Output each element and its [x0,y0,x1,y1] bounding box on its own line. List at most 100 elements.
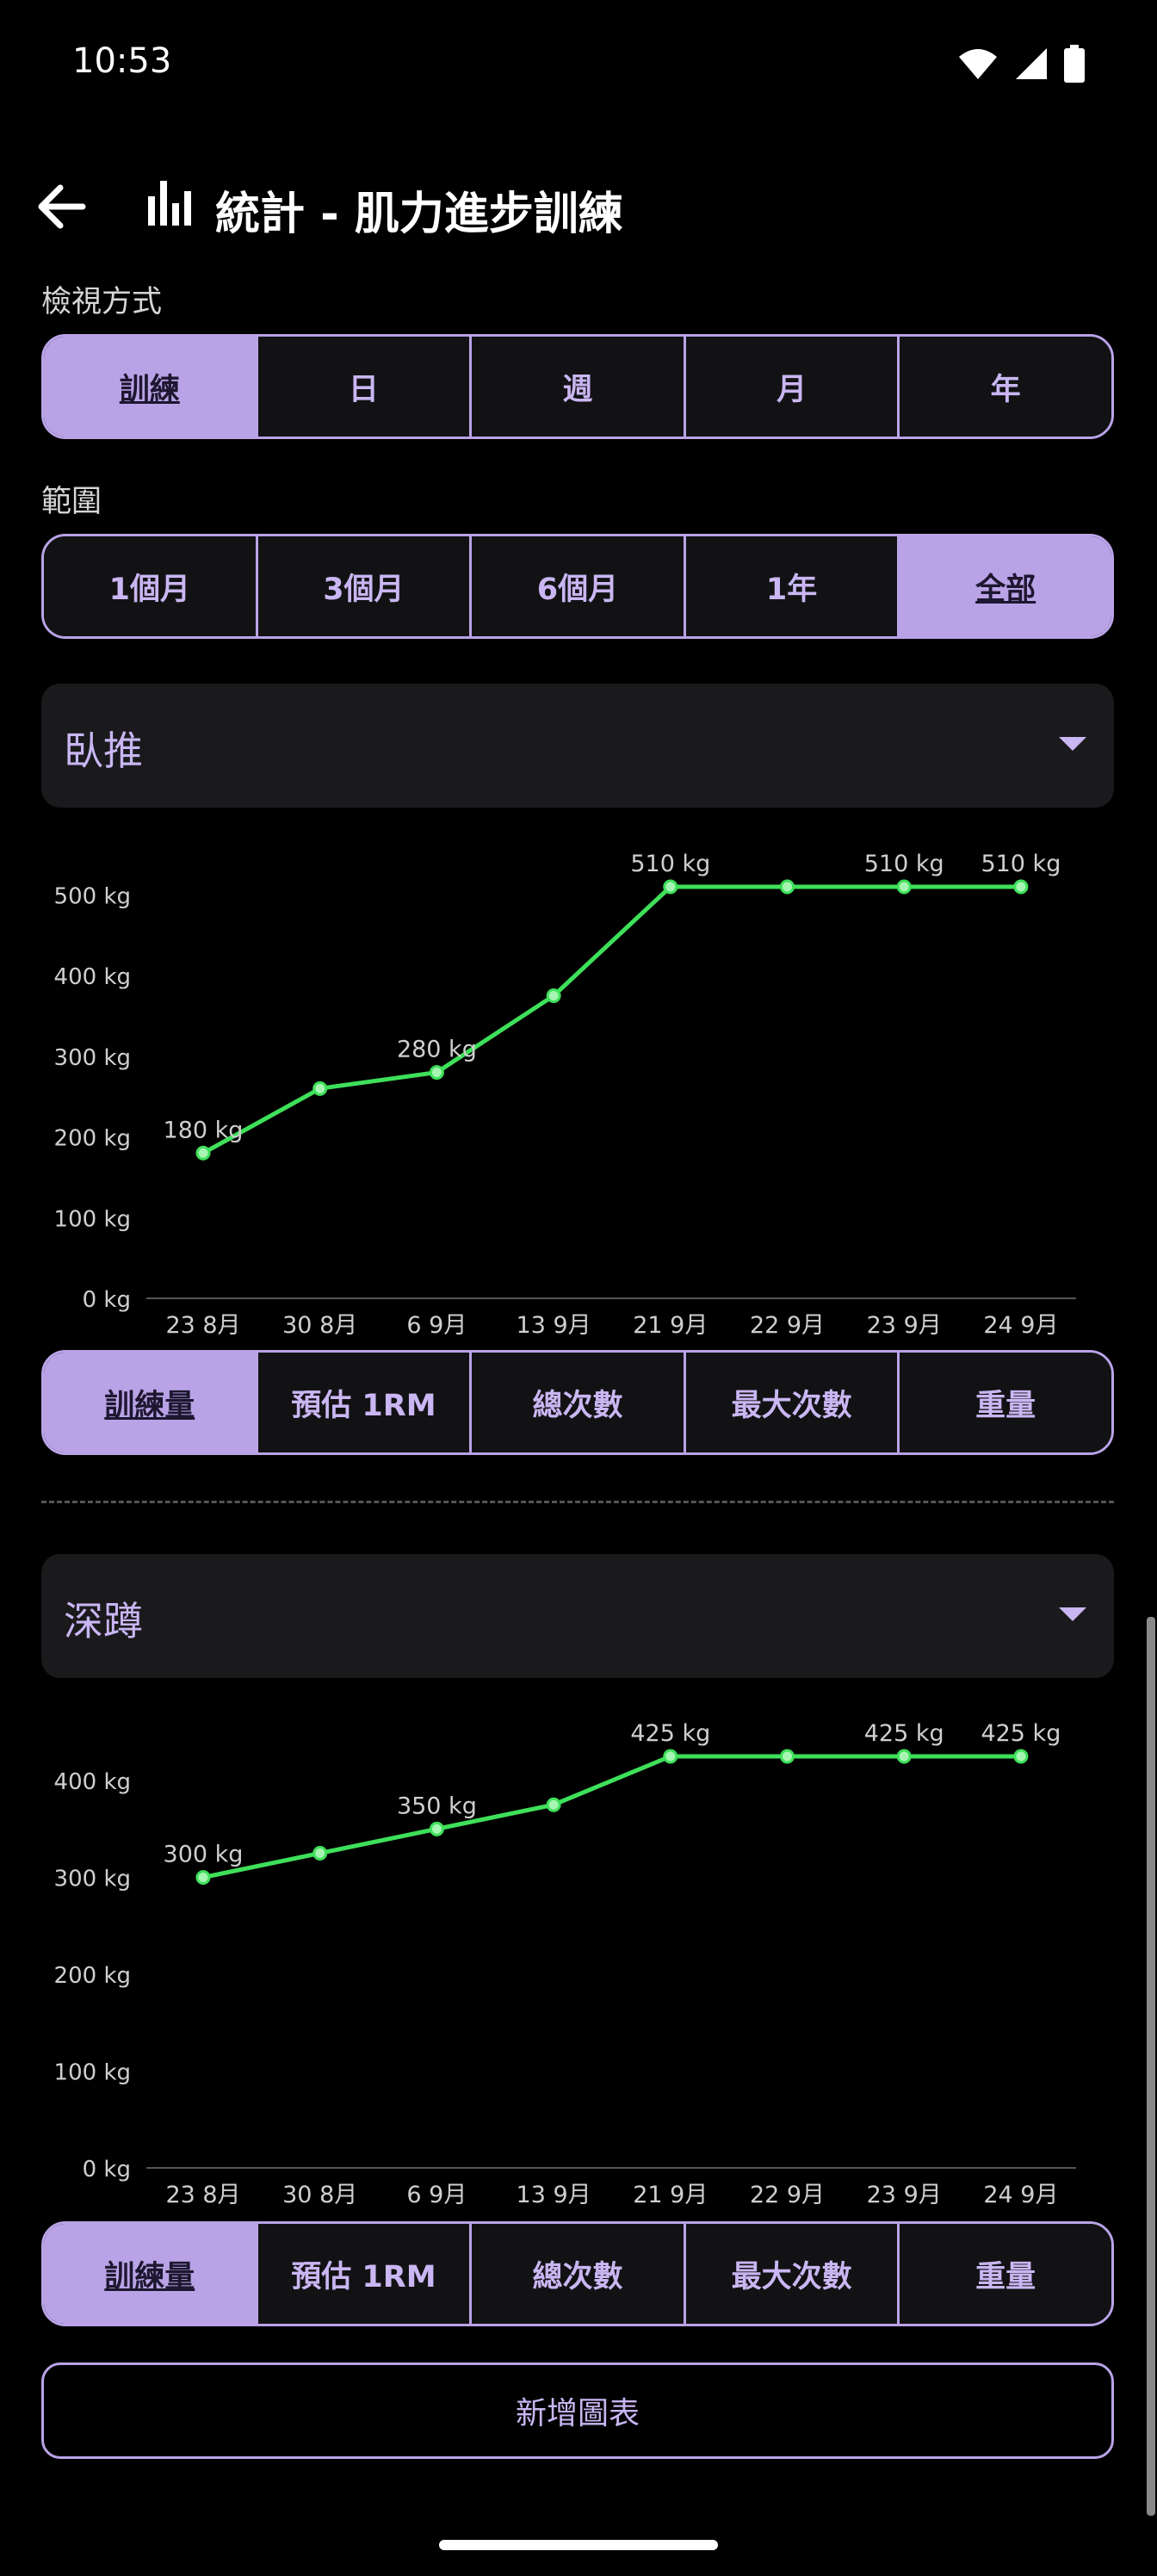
view-mode-segmented: 訓練 日 週 月 年 [41,334,1114,439]
section-divider [41,1501,1114,1503]
y-tick-label: 100 kg [54,2060,131,2086]
battery-icon [1064,45,1085,83]
metric-option-volume[interactable]: 訓練量 [44,1353,258,1452]
data-label: 180 kg [164,1117,244,1143]
exercise-dropdown-bench[interactable]: 臥推 [41,684,1114,808]
metric-option-total-reps[interactable]: 總次數 [472,2224,686,2324]
metric-option-volume[interactable]: 訓練量 [44,2224,258,2324]
range-option-all[interactable]: 全部 [900,536,1111,636]
y-tick-label: 400 kg [54,964,131,990]
data-point[interactable] [780,1749,795,1764]
y-tick-label: 300 kg [54,1045,131,1071]
data-label: 510 kg [630,851,710,877]
x-tick-label: 22 9月 [750,1312,825,1339]
x-tick-label: 21 9月 [633,2182,708,2208]
series-line [201,884,1021,1155]
range-option-1m[interactable]: 1個月 [44,536,258,636]
bench-chart: 0 kg 100 kg 200 kg 300 kg 400 kg 500 kg 23 8月 3… [0,835,1157,1343]
data-point[interactable] [312,1081,328,1096]
signal-icon [1016,48,1047,79]
view-mode-option-month[interactable]: 月 [685,337,900,437]
data-point[interactable] [896,1749,912,1764]
dropdown-arrow-icon [1059,1607,1086,1621]
y-tick-label: 200 kg [54,1126,131,1152]
y-tick-label: 0 kg [83,1287,131,1313]
x-tick-label: 22 9月 [750,2182,825,2208]
x-tick-label: 6 9月 [406,1312,467,1339]
wifi-icon [959,49,997,79]
x-tick-label: 30 8月 [282,1312,357,1339]
add-chart-button[interactable]: 新增圖表 [41,2362,1114,2459]
bar-chart-icon [148,181,191,226]
data-point[interactable] [780,879,795,895]
view-mode-option-workout[interactable]: 訓練 [44,337,258,437]
data-point[interactable] [663,1749,678,1764]
x-tick-label: 13 9月 [517,2182,591,2208]
back-arrow-icon[interactable] [31,176,93,238]
x-tick-label: 24 9月 [983,1312,1058,1339]
data-point[interactable] [663,879,678,895]
metric-option-max-reps[interactable]: 最大次數 [685,2224,900,2324]
status-bar: 10:53 [0,0,1157,129]
data-point[interactable] [195,1870,211,1886]
data-label: 425 kg [981,1720,1061,1747]
data-point[interactable] [546,1797,561,1812]
view-mode-label: 檢視方式 [41,285,163,319]
x-tick-label: 24 9月 [983,2182,1058,2208]
bench-chart-svg: 0 kg 100 kg 200 kg 300 kg 400 kg 500 kg 23 8月 3… [54,851,1076,1339]
range-label: 範圍 [41,485,102,519]
view-mode-option-week[interactable]: 週 [472,337,686,437]
data-label: 425 kg [630,1720,710,1747]
x-tick-label: 23 8月 [165,1312,240,1339]
top-app-bar: 統計 - 肌力進步訓練 [0,155,1157,250]
data-point[interactable] [1013,879,1029,895]
range-option-3m[interactable]: 3個月 [257,536,473,636]
range-option-6m[interactable]: 6個月 [472,536,686,636]
x-tick-label: 23 9月 [867,2182,942,2208]
metric-option-weight[interactable]: 重量 [900,1353,1111,1452]
data-point[interactable] [312,1845,328,1861]
y-tick-label: 400 kg [54,1769,131,1795]
metric-option-total-reps[interactable]: 總次數 [472,1353,686,1452]
y-tick-label: 0 kg [83,2157,131,2183]
x-tick-label: 21 9月 [633,1312,708,1339]
metric-option-weight[interactable]: 重量 [900,2224,1111,2324]
data-label: 300 kg [164,1842,244,1868]
scrollbar[interactable] [1147,1617,1155,2516]
data-point[interactable] [195,1145,211,1161]
x-tick-label: 23 9月 [867,1312,942,1339]
data-point[interactable] [429,1821,444,1836]
view-mode-option-year[interactable]: 年 [900,337,1111,437]
page-title: 統計 - 肌力進步訓練 [215,189,623,240]
status-time: 10:53 [72,41,172,81]
range-segmented: 1個月 3個月 6個月 1年 全部 [41,534,1114,639]
metric-option-1rm[interactable]: 預估 1RM [257,1353,473,1452]
x-tick-label: 13 9月 [517,1312,591,1339]
bench-metric-segmented: 訓練量 預估 1RM 總次數 最大次數 重量 [41,1350,1114,1455]
exercise-name: 臥推 [64,728,143,774]
data-label: 425 kg [864,1720,944,1747]
data-label: 510 kg [981,851,1061,877]
y-tick-label: 200 kg [54,1963,131,1989]
squat-metric-segmented: 訓練量 預估 1RM 總次數 最大次數 重量 [41,2221,1114,2326]
data-point[interactable] [896,879,912,895]
data-label: 350 kg [397,1793,477,1819]
data-point[interactable] [429,1065,444,1081]
exercise-name: 深蹲 [64,1598,143,1644]
data-label: 280 kg [397,1037,477,1063]
home-indicator[interactable] [439,2540,718,2550]
data-point[interactable] [1013,1749,1029,1764]
status-icons [957,45,1085,83]
y-tick-label: 100 kg [54,1206,131,1232]
squat-chart: 0 kg 100 kg 200 kg 300 kg 400 kg 23 8月 30 8月 6 … [0,1705,1157,2213]
series-line [202,1754,1021,1880]
data-point[interactable] [546,988,561,1004]
metric-option-1rm[interactable]: 預估 1RM [257,2224,473,2324]
data-label: 510 kg [864,851,944,877]
range-option-1y[interactable]: 1年 [685,536,900,636]
y-tick-label: 300 kg [54,1867,131,1892]
metric-option-max-reps[interactable]: 最大次數 [685,1353,900,1452]
exercise-dropdown-squat[interactable]: 深蹲 [41,1554,1114,1678]
y-tick-label: 500 kg [54,883,131,909]
view-mode-option-day[interactable]: 日 [257,337,473,437]
